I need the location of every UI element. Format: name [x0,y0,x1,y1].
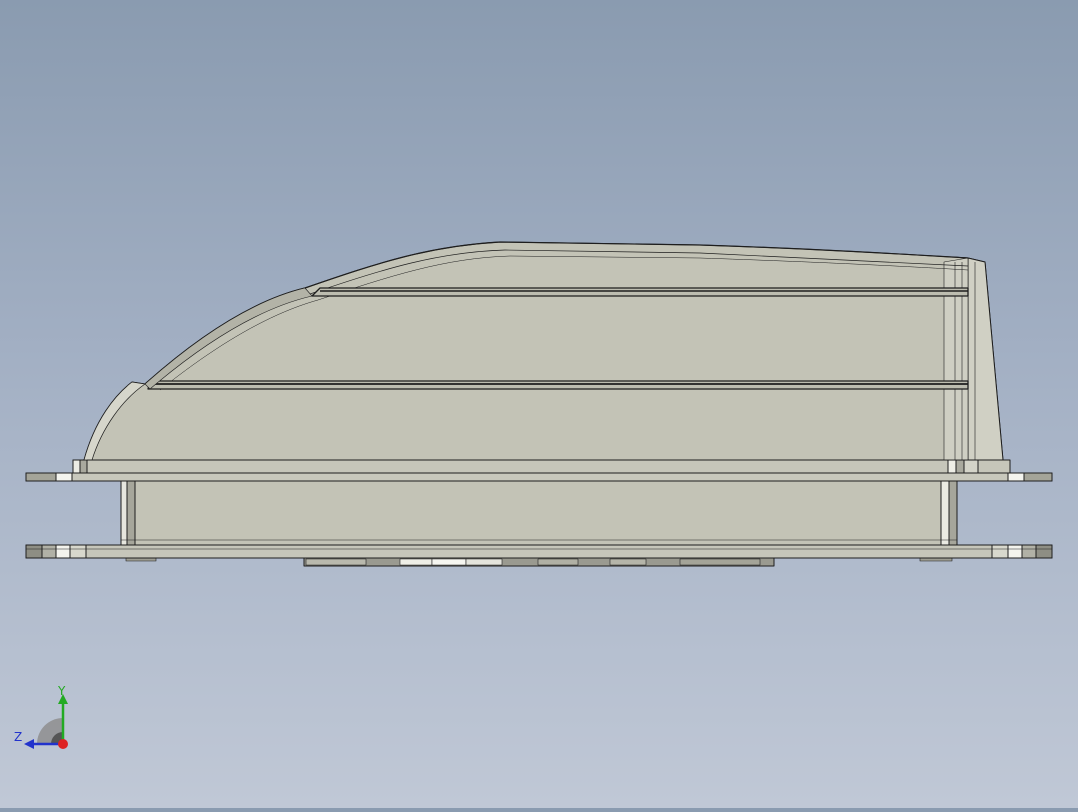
end-cap [967,257,1004,461]
triad-y-label: Y [58,684,66,698]
x-axis-icon [58,739,68,749]
cad-model-view[interactable] [0,0,1078,808]
coordinate-triad: Y Z [12,684,74,752]
lower-slat [147,380,969,390]
dome-rim [72,459,1011,474]
vent-dome [83,241,1004,461]
vent-model[interactable] [25,241,1053,567]
housing-body [120,479,958,546]
base-flange [25,544,1053,559]
upper-slat [311,287,969,297]
triad-z-label: Z [14,730,23,744]
top-flange [25,472,1053,482]
model-viewport[interactable]: Y Z [0,0,1078,808]
